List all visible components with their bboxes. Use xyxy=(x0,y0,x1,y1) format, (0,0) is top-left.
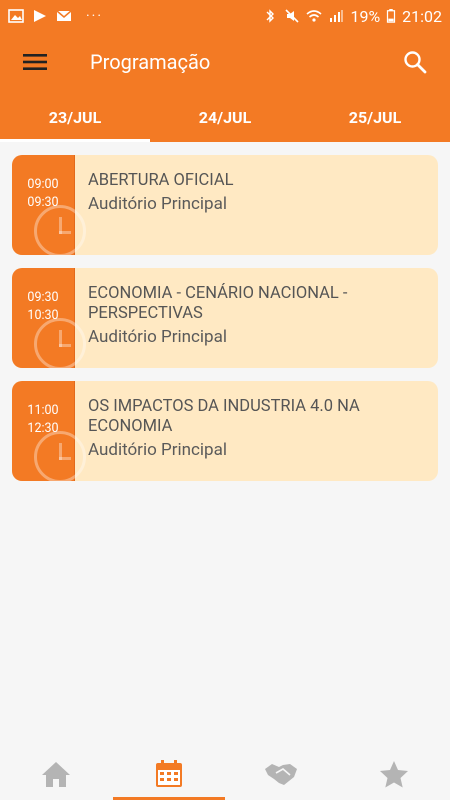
menu-icon xyxy=(23,54,47,70)
battery-percent: 19% xyxy=(350,6,381,26)
signal-icon xyxy=(330,10,344,22)
session-time-block: 09:00 09:30 xyxy=(12,155,86,255)
status-left-icons: ··· xyxy=(8,8,103,24)
session-start-time: 09:30 xyxy=(27,290,59,305)
handshake-icon xyxy=(265,764,298,785)
session-info: ABERTURA OFICIAL Auditório Principal xyxy=(75,155,438,255)
home-icon xyxy=(42,762,71,787)
calendar-icon xyxy=(155,760,182,787)
session-time-block: 09:30 10:30 xyxy=(12,268,86,368)
session-start-time: 09:00 xyxy=(27,177,59,192)
star-icon xyxy=(379,761,408,788)
notification-overflow-dots: ··· xyxy=(86,8,103,24)
clock-icon xyxy=(34,318,86,368)
session-location: Auditório Principal xyxy=(88,440,227,460)
nav-schedule[interactable] xyxy=(112,748,226,800)
tab-23-jul[interactable]: 23/JUL xyxy=(0,92,150,142)
nav-home[interactable] xyxy=(0,748,113,800)
search-button[interactable] xyxy=(380,32,450,92)
session-card[interactable]: 09:30 10:30 ECONOMIA - CENÁRIO NACIONAL … xyxy=(12,268,438,368)
play-store-icon xyxy=(34,10,46,22)
nav-partners[interactable] xyxy=(225,748,338,800)
wifi-icon xyxy=(306,10,322,22)
session-info: OS IMPACTOS DA INDUSTRIA 4.0 NA ECONOMIA… xyxy=(75,381,438,481)
session-start-time: 11:00 xyxy=(27,403,59,418)
session-card[interactable]: 11:00 12:30 OS IMPACTOS DA INDUSTRIA 4.0… xyxy=(12,381,438,481)
nav-favorites[interactable] xyxy=(338,748,450,800)
menu-button[interactable] xyxy=(0,32,70,92)
clock-time: 21:02 xyxy=(402,6,442,26)
mail-icon xyxy=(56,10,72,21)
session-location: Auditório Principal xyxy=(88,327,227,347)
bottom-navigation xyxy=(0,748,450,800)
battery-icon xyxy=(387,9,396,23)
session-info: ECONOMIA - CENÁRIO NACIONAL - PERSPECTIV… xyxy=(75,268,438,368)
search-icon xyxy=(404,51,427,74)
mute-icon xyxy=(285,9,300,23)
session-title: ECONOMIA - CENÁRIO NACIONAL - PERSPECTIV… xyxy=(88,284,348,323)
date-tabs: 23/JUL 24/JUL 25/JUL xyxy=(0,92,450,142)
app-bar: Programação xyxy=(0,32,450,92)
tab-25-jul[interactable]: 25/JUL xyxy=(300,92,450,142)
status-bar: ··· 19% 21:02 xyxy=(0,0,450,32)
session-card[interactable]: 09:00 09:30 ABERTURA OFICIAL Auditório P… xyxy=(12,155,438,255)
session-title: ABERTURA OFICIAL xyxy=(88,171,234,190)
session-list: 09:00 09:30 ABERTURA OFICIAL Auditório P… xyxy=(12,155,438,494)
tab-24-jul[interactable]: 24/JUL xyxy=(150,92,300,142)
status-right: 19% 21:02 xyxy=(262,7,442,26)
session-title: OS IMPACTOS DA INDUSTRIA 4.0 NA ECONOMIA xyxy=(88,397,360,436)
page-title: Programação xyxy=(90,50,211,74)
session-time-block: 11:00 12:30 xyxy=(12,381,86,481)
clock-icon xyxy=(34,431,86,481)
clock-icon xyxy=(34,205,86,255)
session-location: Auditório Principal xyxy=(88,194,227,214)
bluetooth-icon xyxy=(266,9,275,23)
image-icon xyxy=(8,9,24,23)
